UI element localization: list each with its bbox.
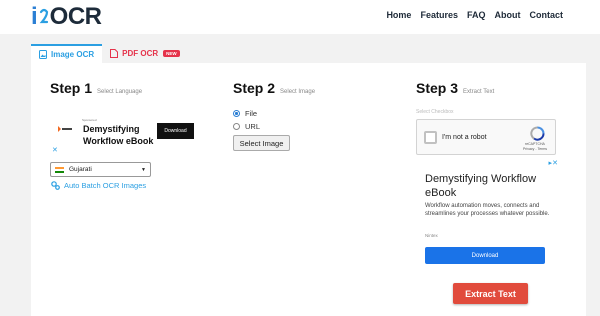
captcha-checkbox[interactable]: [424, 131, 437, 144]
nav-contact[interactable]: Contact: [530, 10, 564, 20]
language-select[interactable]: Gujarati ▼: [50, 162, 151, 177]
top-header: i OCR Home Features FAQ About Contact: [0, 0, 600, 34]
recaptcha-widget: I'm not a robot reCAPTCHA Privacy - Term…: [416, 119, 556, 155]
nav-features[interactable]: Features: [420, 10, 458, 20]
nav-about[interactable]: About: [495, 10, 521, 20]
ad-headline: Demystifying Workflow eBook: [425, 173, 537, 199]
ad-headline: Demystifying Workflow eBook: [83, 124, 154, 146]
ad-close-icon[interactable]: ✕: [52, 146, 58, 154]
pdf-icon: [110, 49, 119, 58]
logo-mark-icon: [39, 8, 48, 24]
ad-download-button[interactable]: Download: [157, 123, 194, 139]
ocr-tabs: Image OCR PDF OCR NEW: [31, 44, 188, 63]
ad-body: Workflow automation moves, connects and …: [425, 203, 550, 217]
new-badge: NEW: [163, 50, 180, 57]
ad-banner-small[interactable]: Sponsored Demystifying Workflow eBook Do…: [50, 112, 196, 152]
main-nav: Home Features FAQ About Contact: [386, 10, 563, 20]
nav-faq[interactable]: FAQ: [467, 10, 486, 20]
source-file-option[interactable]: File: [233, 109, 257, 118]
nintex-logo-icon: [58, 126, 72, 132]
india-flag-icon: [55, 166, 64, 173]
ad-download-button[interactable]: Download: [425, 247, 545, 264]
chevron-down-icon: ▼: [141, 166, 146, 173]
ad-close-icon[interactable]: ✕: [552, 159, 558, 167]
tab-pdf-ocr[interactable]: PDF OCR NEW: [102, 44, 188, 63]
select-image-button[interactable]: Select Image: [233, 135, 290, 151]
extract-text-button[interactable]: Extract Text: [453, 283, 528, 304]
tab-image-ocr[interactable]: Image OCR: [31, 44, 103, 63]
image-icon: [39, 50, 47, 59]
site-logo[interactable]: i OCR: [31, 4, 102, 30]
ad-brand: Nintex: [425, 233, 438, 238]
auto-batch-link[interactable]: Auto Batch OCR Images: [51, 181, 146, 190]
step-2-heading: Step 2 Select Image: [233, 80, 316, 96]
recaptcha-logo-icon: [530, 126, 545, 141]
url-radio[interactable]: [233, 123, 240, 130]
source-url-option[interactable]: URL: [233, 122, 260, 131]
step-3-heading: Step 3 Extract Text: [416, 80, 495, 96]
captcha-label: Select Checkbox: [416, 109, 454, 115]
file-radio[interactable]: [233, 110, 240, 117]
gears-icon: [51, 181, 60, 190]
step-1-heading: Step 1 Select Language: [50, 80, 143, 96]
ad-banner-large[interactable]: ▸ ✕ Demystifying Workflow eBook Workflow…: [416, 158, 558, 270]
nav-home[interactable]: Home: [386, 10, 411, 20]
